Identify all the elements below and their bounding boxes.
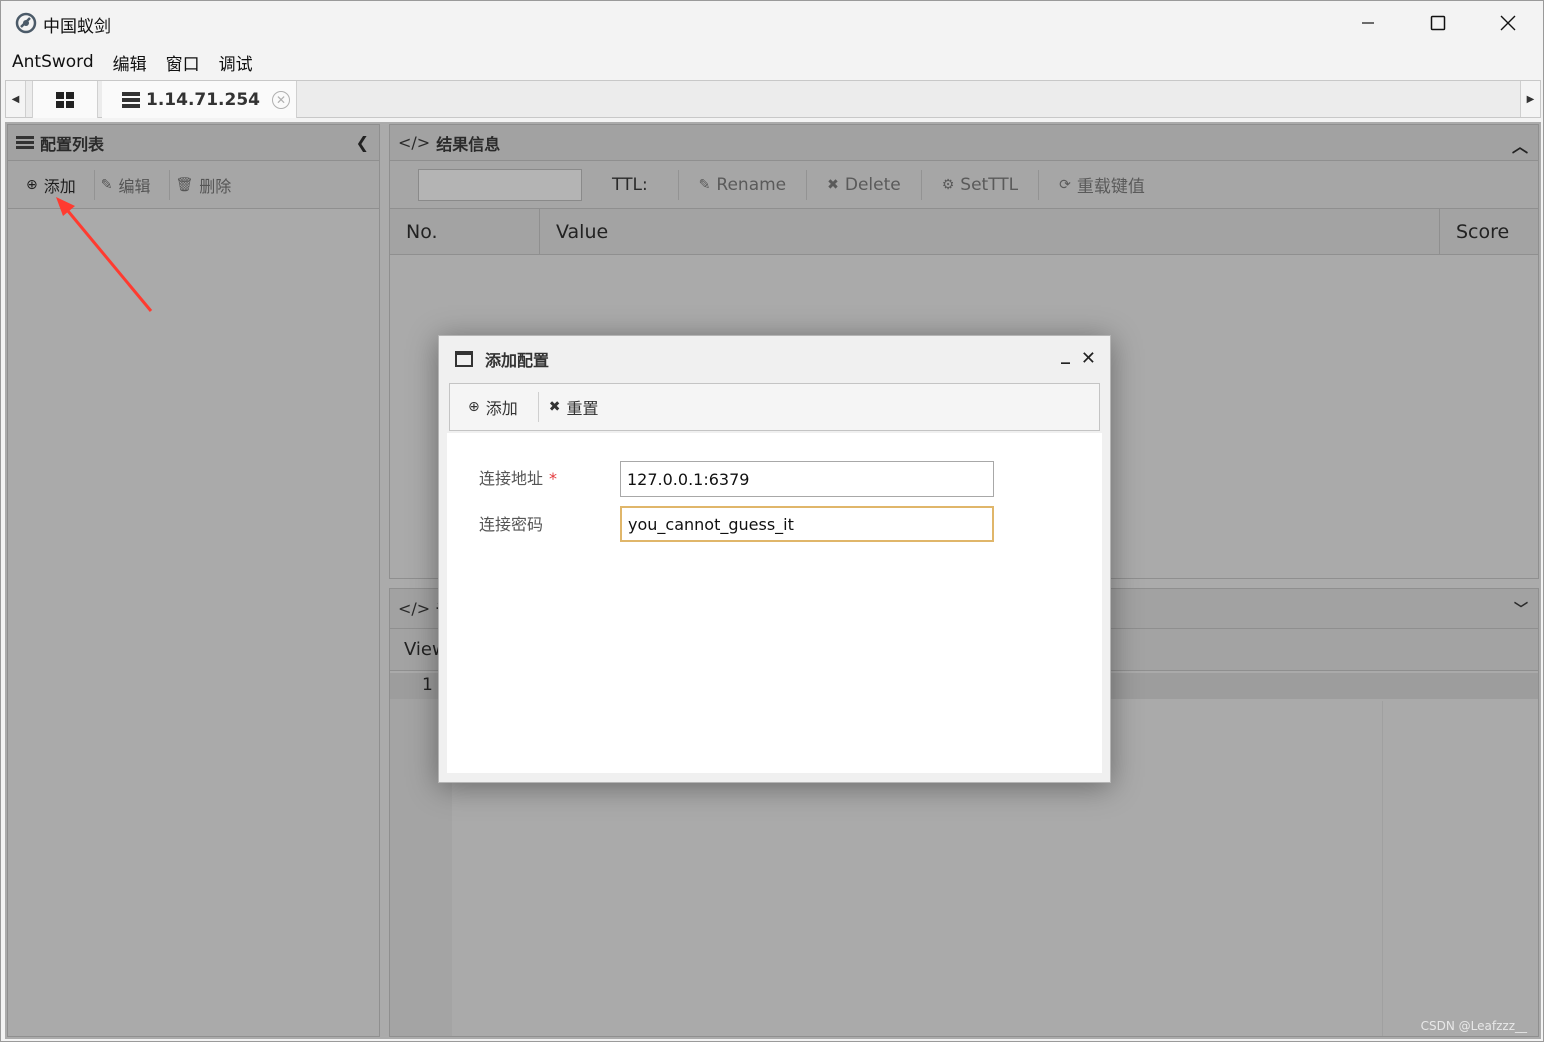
edit-icon: ✎ <box>698 176 711 193</box>
tab-host[interactable]: 1.14.71.254 ✕ <box>102 81 297 118</box>
result-title: 结果信息 <box>436 134 501 154</box>
line-number: 1 <box>422 675 433 695</box>
close-button[interactable] <box>1473 1 1543 45</box>
column-score[interactable]: Score <box>1440 209 1538 254</box>
setttl-button[interactable]: ⚙ SetTTL <box>920 169 1038 200</box>
address-label-text: 连接地址 <box>479 469 544 488</box>
maximize-icon <box>1430 15 1446 31</box>
plus-circle-icon: ⊕ <box>26 176 38 193</box>
reload-key-label: 重载键值 <box>1076 177 1145 197</box>
password-input[interactable]: you_cannot_guess_it <box>620 506 994 542</box>
dialog-title: 添加配置 <box>485 351 550 370</box>
column-value[interactable]: Value <box>540 209 1440 254</box>
window-title: 中国蚁剑 <box>43 17 111 37</box>
key-search-input[interactable] <box>418 168 582 201</box>
watermark: CSDN @Leafzzz__ <box>1420 1019 1527 1033</box>
chevron-left-icon[interactable]: ❮ <box>356 133 369 152</box>
menu-bar: AntSword 编辑 窗口 调试 <box>1 45 1543 79</box>
add-config-label: 添加 <box>43 176 76 196</box>
address-label: 连接地址 * <box>479 465 557 489</box>
address-input[interactable]: 127.0.0.1:6379 <box>620 461 994 497</box>
rename-label: Rename <box>716 174 787 195</box>
server-icon <box>122 91 140 108</box>
gears-icon: ⚙ <box>941 176 955 193</box>
add-config-button[interactable]: ⊕ 添加 <box>20 169 95 200</box>
dialog-form: 连接地址 * 127.0.0.1:6379 连接密码 you_cannot_gue… <box>447 433 1102 773</box>
dialog-reset-label: 重置 <box>566 399 599 418</box>
result-header: </> 结果信息 ︿ <box>390 125 1538 161</box>
config-list-header: 配置列表 ❮ <box>8 125 379 161</box>
caret-left-icon: ◀ <box>11 93 20 105</box>
antsword-logo-icon <box>15 12 37 34</box>
code-icon: </> <box>398 599 431 618</box>
dialog-reset-button[interactable]: ✖ 重置 <box>537 392 619 422</box>
config-list-toolbar: ⊕ 添加 ✎ 编辑 🗑 删除 <box>8 161 379 209</box>
tab-close-icon[interactable]: ✕ <box>272 90 291 109</box>
code-icon: </> <box>398 133 431 152</box>
dialog-title-bar[interactable]: 添加配置 _ ✕ <box>439 336 1110 382</box>
trash-icon: 🗑 <box>175 176 194 193</box>
edit-config-button[interactable]: ✎ 编辑 <box>95 169 170 200</box>
app-window: 中国蚁剑 AntSword 编辑 窗口 调试 ◀ 1.14.71.254 ✕ ▶… <box>0 0 1544 1042</box>
caret-right-icon: ▶ <box>1526 93 1535 105</box>
grid-icon <box>56 91 74 108</box>
ttl-label: TTL: <box>612 174 648 195</box>
minimize-icon <box>1362 22 1374 24</box>
delete-key-button[interactable]: ✖ Delete <box>806 169 921 200</box>
tab-home[interactable] <box>32 81 98 118</box>
maximize-button[interactable] <box>1403 1 1473 45</box>
column-no[interactable]: No. <box>390 209 540 254</box>
dialog-toolbar: ⊕ 添加 ✖ 重置 <box>449 383 1100 431</box>
dialog-minimize-icon[interactable]: _ <box>1061 344 1070 365</box>
tab-scroll-right-button[interactable]: ▶ <box>1520 81 1540 117</box>
edit-icon: ✎ <box>100 176 113 193</box>
chevron-up-icon[interactable]: ︿ <box>1512 133 1528 157</box>
chevron-down-icon[interactable]: ﹀ <box>1514 599 1528 619</box>
reload-key-button[interactable]: ⟳ 重载键值 <box>1038 169 1165 200</box>
delete-key-label: Delete <box>844 174 901 195</box>
menu-edit[interactable]: 编辑 <box>113 50 147 75</box>
menu-debug[interactable]: 调试 <box>219 50 253 75</box>
title-bar: 中国蚁剑 <box>1 1 1543 45</box>
x-icon: ✖ <box>827 176 839 193</box>
close-icon <box>1500 15 1516 31</box>
tab-scroll-left-button[interactable]: ◀ <box>6 81 26 117</box>
server-icon <box>16 135 34 149</box>
config-list-title: 配置列表 <box>40 134 105 154</box>
dialog-add-label: 添加 <box>485 399 518 418</box>
dialog-close-icon[interactable]: ✕ <box>1081 348 1096 369</box>
menu-antsword[interactable]: AntSword <box>12 52 94 72</box>
tab-host-label: 1.14.71.254 <box>146 89 261 110</box>
editor-print-margin <box>1382 701 1383 1036</box>
tab-bar: ◀ 1.14.71.254 ✕ ▶ <box>5 80 1541 118</box>
delete-config-label: 删除 <box>199 176 232 196</box>
dialog-add-button[interactable]: ⊕ 添加 <box>458 392 538 422</box>
add-config-dialog: 添加配置 _ ✕ ⊕ 添加 ✖ 重置 连接地址 * 127.0.0.1:6379 … <box>438 335 1111 783</box>
minimize-button[interactable] <box>1333 1 1403 45</box>
password-label: 连接密码 <box>479 515 544 534</box>
result-grid-header: No. Value Score <box>390 209 1538 255</box>
delete-config-button[interactable]: 🗑 删除 <box>170 170 250 200</box>
refresh-icon: ⟳ <box>1059 176 1071 193</box>
menu-window[interactable]: 窗口 <box>166 50 200 75</box>
window-icon <box>455 351 473 367</box>
setttl-label: SetTTL <box>960 174 1019 195</box>
plus-circle-icon: ⊕ <box>468 399 480 415</box>
result-toolbar: TTL: ✎ Rename ✖ Delete ⚙ SetTTL ⟳ 重载键值 <box>390 161 1538 209</box>
config-list-panel: 配置列表 ❮ ⊕ 添加 ✎ 编辑 🗑 删除 <box>7 124 380 1037</box>
edit-config-label: 编辑 <box>118 176 151 196</box>
x-icon: ✖ <box>548 399 561 415</box>
required-mark: * <box>549 469 558 488</box>
rename-button[interactable]: ✎ Rename <box>677 169 806 200</box>
